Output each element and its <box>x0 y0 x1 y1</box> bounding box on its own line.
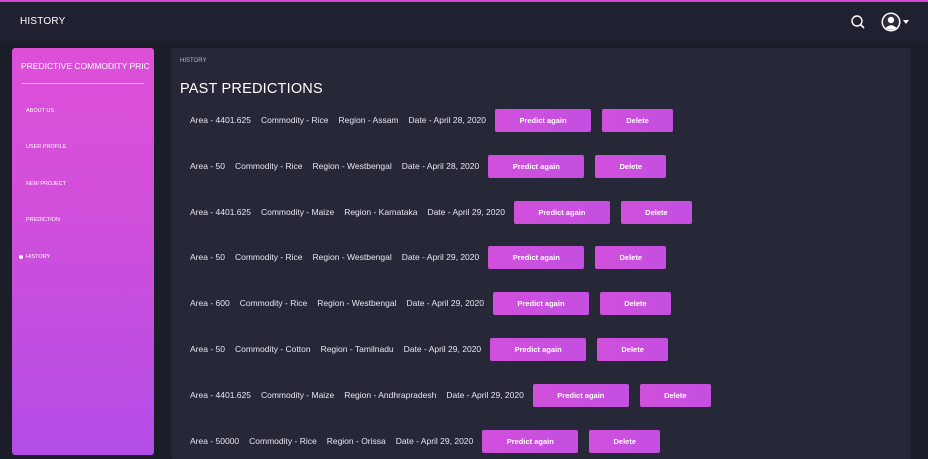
date-label: Date - April 29, 2020 <box>401 252 480 262</box>
area-label: Area - 50 <box>190 252 225 262</box>
sidebar-item-user-profile[interactable]: USER PROFILE <box>26 141 146 153</box>
prediction-row: Area - 50000 Commodity - Rice Region - O… <box>190 429 661 453</box>
commodity-label: Commodity - Cotton <box>234 344 311 354</box>
commodity-label: Commodity - Rice <box>249 436 317 446</box>
area-label: Area - 50 <box>190 161 225 171</box>
region-label: Region - Orissa <box>326 436 386 446</box>
date-label: Date - April 29, 2020 <box>446 390 524 400</box>
sidebar-item-history[interactable]: HISTORY <box>26 251 146 263</box>
region-label: Region - Westbengal <box>312 161 392 171</box>
main-panel: HISTORY PAST PREDICTIONS Area - 4401.625… <box>171 48 911 459</box>
date-label: Date - April 29, 2020 <box>427 207 505 217</box>
sidebar-divider <box>22 83 144 84</box>
predict-again-button[interactable]: Predict again <box>532 383 629 407</box>
user-avatar-icon[interactable] <box>881 12 901 32</box>
area-label: Area - 50000 <box>190 436 240 446</box>
sidebar-item-new-project[interactable]: NEW PROJECT <box>26 178 146 190</box>
commodity-label: Commodity - Rice <box>234 161 303 171</box>
area-label: Area - 600 <box>190 298 230 308</box>
commodity-label: Commodity - Maize <box>260 390 335 400</box>
region-label: Region - Assam <box>338 115 399 125</box>
predict-again-button[interactable]: Predict again <box>482 429 579 453</box>
profile-menu[interactable] <box>881 12 911 34</box>
date-label: Date - April 29, 2020 <box>406 298 484 308</box>
prediction-row: Area - 50 Commodity - Rice Region - West… <box>190 154 667 178</box>
area-label: Area - 4401.625 <box>190 115 251 125</box>
search-icon[interactable] <box>850 14 866 30</box>
sidebar: PREDICTIVE COMMODITY PRIC ABOUT US USER … <box>12 48 154 455</box>
commodity-label: Commodity - Rice <box>239 298 308 308</box>
delete-button[interactable]: Delete <box>639 383 711 407</box>
region-label: Region - Andhrapradesh <box>344 390 437 400</box>
page-title: PAST PREDICTIONS <box>180 81 323 97</box>
predict-again-button[interactable]: Predict again <box>490 337 587 361</box>
predict-again-button[interactable]: Predict again <box>488 245 585 269</box>
predict-again-button[interactable]: Predict again <box>492 291 589 315</box>
predict-again-button[interactable]: Predict again <box>495 108 592 132</box>
region-label: Region - Karnataka <box>344 207 418 217</box>
delete-button[interactable]: Delete <box>597 337 669 361</box>
area-label: Area - 50 <box>190 344 225 354</box>
prediction-row: Area - 600 Commodity - Rice Region - Wes… <box>190 291 671 315</box>
commodity-label: Commodity - Rice <box>260 115 329 125</box>
navbar-title: HISTORY <box>20 16 66 27</box>
area-label: Area - 4401.625 <box>190 390 251 400</box>
delete-button[interactable]: Delete <box>602 108 674 132</box>
prediction-row: Area - 4401.625 Commodity - Maize Region… <box>190 200 692 224</box>
date-label: Date - April 28, 2020 <box>401 161 480 171</box>
predict-again-button[interactable]: Predict again <box>488 154 585 178</box>
region-label: Region - Westbengal <box>312 252 392 262</box>
delete-button[interactable]: Delete <box>599 291 671 315</box>
region-label: Region - Tamilnadu <box>320 344 394 354</box>
caret-down-icon[interactable] <box>903 20 909 24</box>
prediction-row: Area - 4401.625 Commodity - Rice Region … <box>190 108 674 132</box>
prediction-row: Area - 50 Commodity - Rice Region - West… <box>190 245 667 269</box>
commodity-label: Commodity - Maize <box>260 207 335 217</box>
prediction-row: Area - 50 Commodity - Cotton Region - Ta… <box>190 337 669 361</box>
delete-button[interactable]: Delete <box>589 429 661 453</box>
date-label: Date - April 29, 2020 <box>403 344 482 354</box>
region-label: Region - Westbengal <box>317 298 397 308</box>
sidebar-item-about-us[interactable]: ABOUT US <box>26 105 146 117</box>
active-indicator-dot <box>19 255 23 259</box>
prediction-row: Area - 4401.625 Commodity - Maize Region… <box>190 383 711 407</box>
date-label: Date - April 29, 2020 <box>395 436 474 446</box>
sidebar-item-prediction[interactable]: PREDICTION <box>26 214 146 226</box>
date-label: Date - April 28, 2020 <box>408 115 487 125</box>
breadcrumb[interactable]: HISTORY <box>180 58 206 64</box>
sidebar-brand[interactable]: PREDICTIVE COMMODITY PRIC <box>21 61 154 71</box>
delete-button[interactable]: Delete <box>595 245 667 269</box>
commodity-label: Commodity - Rice <box>234 252 303 262</box>
predict-again-button[interactable]: Predict again <box>513 200 610 224</box>
area-label: Area - 4401.625 <box>190 207 251 217</box>
delete-button[interactable]: Delete <box>595 154 667 178</box>
delete-button[interactable]: Delete <box>620 200 692 224</box>
top-navbar: HISTORY <box>0 0 928 42</box>
